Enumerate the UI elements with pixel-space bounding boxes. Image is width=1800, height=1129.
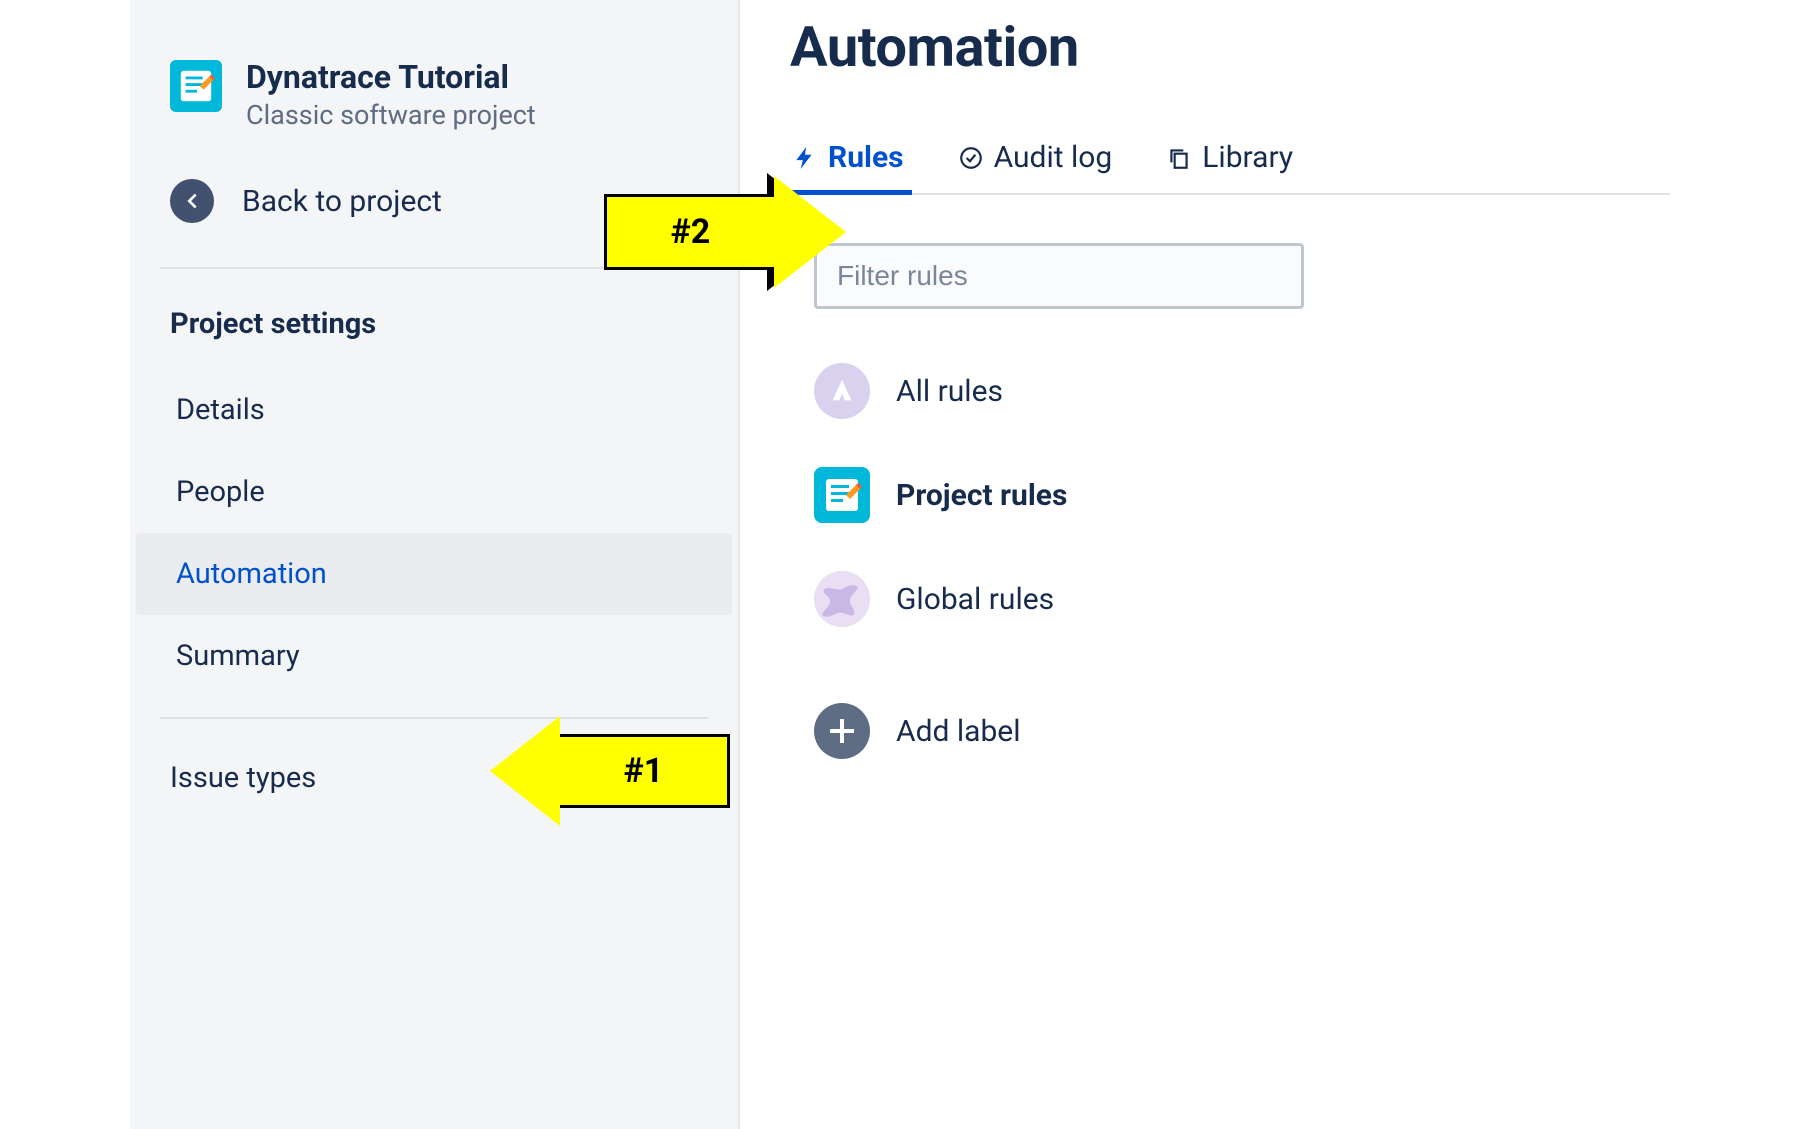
rule-group-project-label: Project rules	[896, 478, 1067, 513]
atlassian-icon	[814, 363, 870, 419]
rule-group-global-label: Global rules	[896, 582, 1054, 617]
filter-rules-input[interactable]	[814, 243, 1304, 309]
rule-group-list: All rules Project rules	[790, 339, 1670, 783]
tabs: Rules Audit log Library	[790, 140, 1670, 195]
tab-library-label: Library	[1202, 140, 1293, 175]
plus-icon	[814, 703, 870, 759]
sidebar: Dynatrace Tutorial Classic software proj…	[130, 0, 740, 1129]
project-settings-heading: Project settings	[130, 269, 738, 369]
project-name: Dynatrace Tutorial	[246, 60, 536, 95]
tab-rules[interactable]: Rules	[790, 140, 906, 193]
rule-group-all-label: All rules	[896, 374, 1003, 409]
copy-icon	[1166, 145, 1192, 171]
rule-group-global[interactable]: Global rules	[814, 547, 1670, 651]
rule-group-all[interactable]: All rules	[814, 339, 1670, 443]
nav-item-issue-types[interactable]: Issue types	[130, 719, 738, 823]
nav-item-people[interactable]: People	[136, 451, 732, 533]
rule-group-project[interactable]: Project rules	[814, 443, 1670, 547]
tab-audit-log-label: Audit log	[994, 140, 1113, 175]
project-rules-icon	[814, 467, 870, 523]
lightning-icon	[792, 145, 818, 171]
tab-library[interactable]: Library	[1164, 140, 1295, 193]
add-label-text: Add label	[896, 714, 1021, 749]
tab-rules-label: Rules	[828, 140, 904, 175]
project-icon	[170, 60, 222, 112]
back-label: Back to project	[242, 184, 442, 219]
add-label-button[interactable]: Add label	[814, 679, 1670, 783]
back-to-project-link[interactable]: Back to project	[130, 131, 738, 267]
nav-item-summary[interactable]: Summary	[136, 615, 732, 697]
back-arrow-icon	[170, 179, 214, 223]
globe-icon	[814, 571, 870, 627]
main-content: Automation Rules Audit log Library	[790, 14, 1670, 783]
nav-item-details[interactable]: Details	[136, 369, 732, 451]
check-circle-icon	[958, 145, 984, 171]
project-type: Classic software project	[246, 99, 536, 131]
page-title: Automation	[790, 14, 1670, 80]
project-header: Dynatrace Tutorial Classic software proj…	[130, 60, 738, 131]
nav-item-automation[interactable]: Automation	[136, 533, 732, 615]
tab-audit-log[interactable]: Audit log	[956, 140, 1115, 193]
